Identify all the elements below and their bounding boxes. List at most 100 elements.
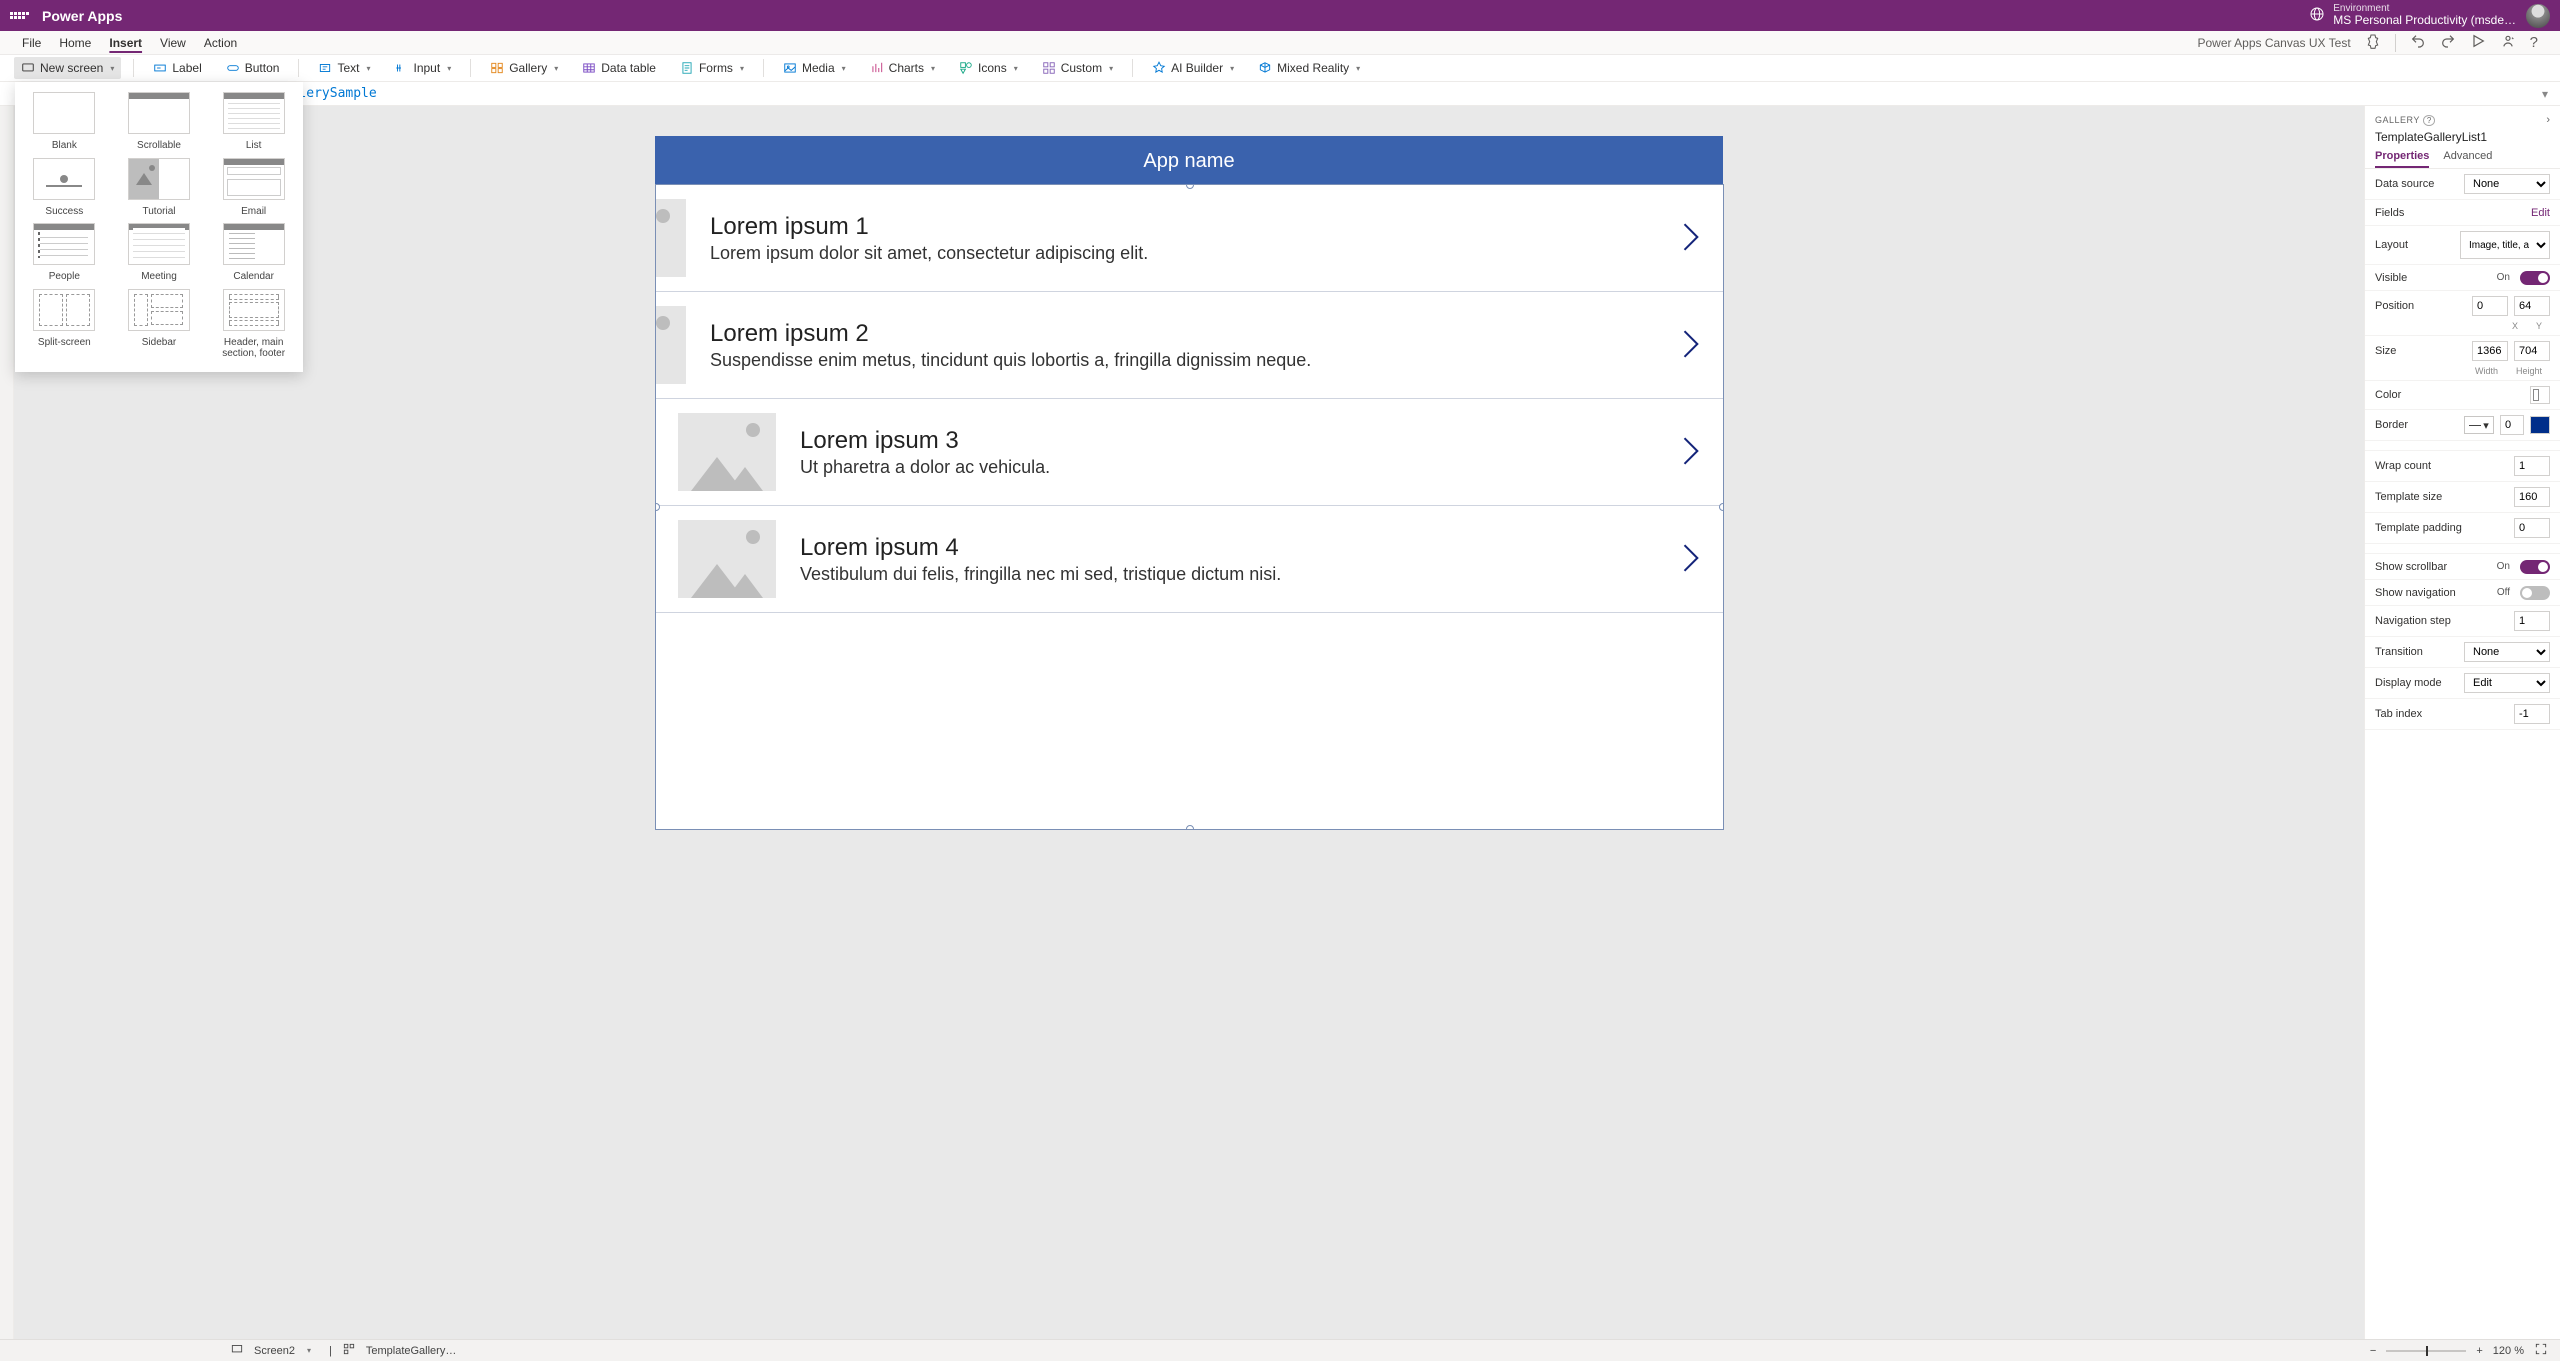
gallery-row[interactable]: Lorem ipsum 4Vestibulum dui felis, fring…: [656, 506, 1723, 613]
template-meeting[interactable]: Meeting: [114, 223, 205, 283]
border-style-select[interactable]: ▾: [2464, 416, 2494, 434]
prop-visible-label: Visible: [2375, 272, 2491, 284]
border-width-input[interactable]: [2500, 415, 2524, 435]
checker-icon[interactable]: [2365, 33, 2381, 52]
titlebar: Power Apps Environment MS Personal Produ…: [0, 0, 2560, 31]
menu-file[interactable]: File: [22, 36, 41, 50]
visible-toggle[interactable]: [2520, 271, 2550, 285]
status-screen[interactable]: Screen2: [254, 1345, 295, 1357]
gallery-row[interactable]: Lorem ipsum 3Ut pharetra a dolor ac vehi…: [656, 399, 1723, 506]
icons-button[interactable]: Icons▾: [952, 57, 1025, 79]
input-button[interactable]: Input▾: [387, 57, 458, 79]
placeholder-image-icon: [655, 199, 686, 277]
waffle-icon[interactable]: [10, 12, 30, 19]
templatesize-input[interactable]: [2514, 487, 2550, 507]
selected-gallery[interactable]: Lorem ipsum 1Lorem ipsum dolor sit amet,…: [655, 184, 1724, 830]
prop-shownav-label: Show navigation: [2375, 587, 2491, 599]
menu-home[interactable]: Home: [59, 36, 91, 50]
text-button[interactable]: Text▾: [311, 57, 377, 79]
gallery-button[interactable]: Gallery▾: [483, 57, 565, 79]
zoom-in-icon[interactable]: +: [2476, 1345, 2482, 1357]
template-tutorial[interactable]: Tutorial: [114, 158, 205, 218]
aibuilder-button[interactable]: AI Builder▾: [1145, 57, 1241, 79]
properties-pane: GALLERY ? › TemplateGalleryList1 Propert…: [2364, 106, 2560, 1339]
template-list[interactable]: List: [208, 92, 299, 152]
fx-expand-icon[interactable]: ▾: [2530, 87, 2560, 101]
tabindex-input[interactable]: [2514, 704, 2550, 724]
gallery-row[interactable]: Lorem ipsum 1Lorem ipsum dolor sit amet,…: [655, 185, 1723, 292]
wrapcount-input[interactable]: [2514, 456, 2550, 476]
app-header[interactable]: App name: [655, 136, 1723, 186]
forms-button[interactable]: Forms▾: [673, 57, 751, 79]
border-color-button[interactable]: [2530, 416, 2550, 434]
media-icon: [783, 61, 797, 75]
template-hmf[interactable]: Header, main section, footer: [208, 289, 299, 360]
template-calendar[interactable]: Calendar: [208, 223, 299, 283]
menu-insert[interactable]: Insert: [109, 36, 142, 50]
input-icon: [394, 61, 408, 75]
displaymode-select[interactable]: Edit: [2464, 673, 2550, 693]
navstep-input[interactable]: [2514, 611, 2550, 631]
chevron-right-icon[interactable]: [1679, 327, 1701, 364]
fx-source[interactable]: CustomGallerySample: [216, 86, 2530, 101]
canvas-screen[interactable]: App name Lorem ipsum 1Lorem ipsum dolor …: [655, 136, 1723, 776]
help-icon[interactable]: ?: [2530, 34, 2538, 51]
shownav-toggle[interactable]: [2520, 586, 2550, 600]
status-crumb[interactable]: TemplateGallery…: [366, 1345, 456, 1357]
transition-select[interactable]: None: [2464, 642, 2550, 662]
layout-select[interactable]: Image, title, and subtitle: [2460, 231, 2550, 259]
redo-icon[interactable]: [2440, 33, 2456, 52]
charts-button[interactable]: Charts▾: [863, 57, 942, 79]
gallery-row[interactable]: Lorem ipsum 2Suspendisse enim metus, tin…: [655, 292, 1723, 399]
command-bar: New screen▾ Label Button Text▾ Input▾ Ga…: [0, 55, 2560, 82]
template-splitscreen[interactable]: Split-screen: [19, 289, 110, 360]
fit-icon[interactable]: [2534, 1342, 2548, 1359]
media-button[interactable]: Media▾: [776, 57, 853, 79]
pane-expand-icon[interactable]: ›: [2546, 114, 2550, 126]
chevron-right-icon[interactable]: [1679, 220, 1701, 257]
chevron-right-icon[interactable]: [1679, 541, 1701, 578]
datatable-button[interactable]: Data table: [575, 57, 663, 79]
color-button[interactable]: [2530, 386, 2550, 404]
help-icon[interactable]: ?: [2423, 115, 2435, 126]
undo-icon[interactable]: [2410, 33, 2426, 52]
zoom-out-icon[interactable]: −: [2370, 1345, 2376, 1357]
template-success[interactable]: Success: [19, 158, 110, 218]
menu-action[interactable]: Action: [204, 36, 237, 50]
user-avatar[interactable]: [2526, 4, 2550, 28]
tab-properties[interactable]: Properties: [2375, 150, 2429, 168]
template-blank[interactable]: Blank: [19, 92, 110, 152]
scrollbar-toggle[interactable]: [2520, 560, 2550, 574]
prop-transition-label: Transition: [2375, 646, 2458, 658]
menu-view[interactable]: View: [160, 36, 186, 50]
button-button[interactable]: Button: [219, 57, 287, 79]
canvas[interactable]: App name Lorem ipsum 1Lorem ipsum dolor …: [14, 106, 2364, 1339]
play-icon[interactable]: [2470, 33, 2486, 52]
environment-picker[interactable]: Environment MS Personal Productivity (ms…: [2309, 3, 2516, 27]
size-w-input[interactable]: [2472, 341, 2508, 361]
new-screen-button[interactable]: New screen▾: [14, 57, 121, 79]
share-icon[interactable]: [2500, 33, 2516, 52]
template-scrollable[interactable]: Scrollable: [114, 92, 205, 152]
prop-size-label: Size: [2375, 345, 2466, 357]
zoom-slider[interactable]: [2386, 1350, 2466, 1352]
chevron-right-icon[interactable]: [1679, 434, 1701, 471]
environment-value: MS Personal Productivity (msde…: [2333, 14, 2516, 27]
template-people[interactable]: People: [19, 223, 110, 283]
template-sidebar[interactable]: Sidebar: [114, 289, 205, 360]
brand-label: Power Apps: [42, 8, 122, 24]
left-rail[interactable]: [0, 106, 14, 1339]
custom-button[interactable]: Custom▾: [1035, 57, 1120, 79]
mixedreality-button[interactable]: Mixed Reality▾: [1251, 57, 1367, 79]
position-y-input[interactable]: [2514, 296, 2550, 316]
datasource-select[interactable]: None: [2464, 174, 2550, 194]
text-icon: [318, 61, 332, 75]
prop-color-label: Color: [2375, 389, 2524, 401]
template-email[interactable]: Email: [208, 158, 299, 218]
fields-edit-link[interactable]: Edit: [2531, 207, 2550, 219]
size-h-input[interactable]: [2514, 341, 2550, 361]
position-x-input[interactable]: [2472, 296, 2508, 316]
label-button[interactable]: Label: [146, 57, 208, 79]
templatepad-input[interactable]: [2514, 518, 2550, 538]
tab-advanced[interactable]: Advanced: [2443, 150, 2492, 168]
